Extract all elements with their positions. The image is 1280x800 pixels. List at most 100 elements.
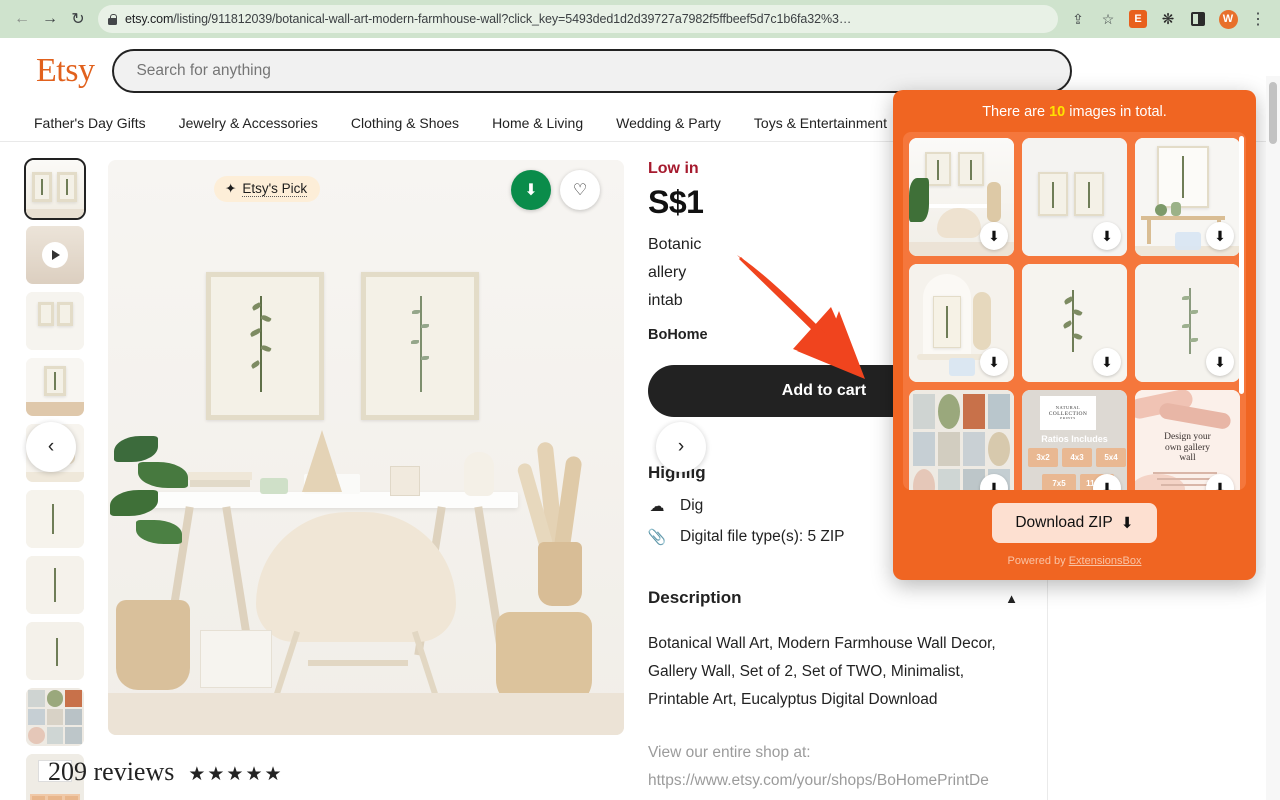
back-arrow-icon[interactable]: ← <box>8 5 36 33</box>
reload-icon[interactable]: ↻ <box>64 5 92 33</box>
hero-gallery: ✦ Etsy's Pick ⬇ ♡ ‹ › 209 reviews ★★★★★ <box>26 160 706 800</box>
gallery-promo-line-2: own gallery <box>1164 442 1211 453</box>
popup-tile-5-download[interactable]: ⬇ <box>1206 348 1234 376</box>
thumbnail-rail <box>0 158 86 800</box>
thumbnail-8[interactable] <box>26 688 84 746</box>
description-body: Botanical Wall Art, Modern Farmhouse Wal… <box>648 635 996 709</box>
chevron-up-icon[interactable]: ▲ <box>1005 591 1018 606</box>
favorite-button[interactable]: ♡ <box>560 170 600 210</box>
sparkle-icon: ✦ <box>225 181 237 196</box>
url-text: etsy.com/listing/911812039/botanical-wal… <box>125 12 851 26</box>
ratio-chip-2: 5x4 <box>1096 448 1126 467</box>
popup-tile-2-download[interactable]: ⬇ <box>1206 222 1234 250</box>
thumbnail-1-video[interactable] <box>26 226 84 284</box>
nav-item-1[interactable]: Jewelry & Accessories <box>179 115 318 131</box>
star-icon[interactable]: ☆ <box>1094 5 1122 33</box>
popup-image-grid: ⬇ ⬇ ⬇ ⬇ ⬇ ⬇ ⬇ NATURAL COLLECTION PRINTS … <box>909 138 1240 490</box>
popup-tile-1-download[interactable]: ⬇ <box>1093 222 1121 250</box>
gallery-next-button[interactable]: › <box>656 422 706 472</box>
avatar[interactable]: W <box>1214 5 1242 33</box>
popup-tile-4[interactable]: ⬇ <box>1022 264 1127 382</box>
hero-image[interactable]: ⬇ ♡ <box>108 160 624 735</box>
popup-tile-0[interactable]: ⬇ <box>909 138 1014 256</box>
powered-by-prefix: Powered by <box>1007 555 1069 567</box>
gallery-promo-line-1: Design your <box>1164 432 1211 442</box>
url-path: /listing/911812039/botanical-wall-art-mo… <box>173 12 852 26</box>
extensionsbox-badge: E <box>1129 10 1147 28</box>
popup-tile-0-download[interactable]: ⬇ <box>980 222 1008 250</box>
nav-item-4[interactable]: Wedding & Party <box>616 115 721 131</box>
popup-tile-3[interactable]: ⬇ <box>909 264 1014 382</box>
search-input[interactable]: Search for anything <box>112 49 1073 93</box>
description-heading: Description <box>648 588 742 607</box>
highlight-text-1: Digital file type(s): 5 ZIP <box>680 528 845 545</box>
popup-footer: Download ZIP ⬇ Powered by ExtensionsBox <box>893 490 1256 580</box>
extension-icon-active[interactable]: E <box>1124 5 1152 33</box>
popup-tile-7[interactable]: NATURAL COLLECTION PRINTS Ratios Include… <box>1022 390 1127 490</box>
etsy-listing-page: Etsy Search for anything Father's Day Gi… <box>0 38 1280 800</box>
popup-tile-2[interactable]: ⬇ <box>1135 138 1240 256</box>
page-scrollbar-thumb[interactable] <box>1269 82 1277 144</box>
popup-image-grid-scroller[interactable]: ⬇ ⬇ ⬇ ⬇ ⬇ ⬇ ⬇ NATURAL COLLECTION PRINTS … <box>903 132 1246 490</box>
ratio-chip-0: 3x2 <box>1028 448 1058 467</box>
review-count: 209 reviews <box>48 757 175 786</box>
popup-tile-2-watermark <box>1174 232 1201 250</box>
extensionsbox-link[interactable]: ExtensionsBox <box>1069 555 1142 567</box>
reviews-summary[interactable]: 209 reviews ★★★★★ <box>48 757 624 787</box>
popup-tile-5[interactable]: ⬇ <box>1135 264 1240 382</box>
download-zip-label: Download ZIP <box>1015 514 1113 531</box>
address-bar[interactable]: etsy.com/listing/911812039/botanical-wal… <box>98 5 1058 33</box>
popup-tile-3-download[interactable]: ⬇ <box>980 348 1008 376</box>
popup-title: There are 10 images in total. <box>893 90 1256 132</box>
popup-tile-8[interactable]: Design your own gallery wall ⬇ <box>1135 390 1240 490</box>
thumbnail-7[interactable] <box>26 622 84 680</box>
popup-tile-1[interactable]: ⬇ <box>1022 138 1127 256</box>
popup-tile-4-download[interactable]: ⬇ <box>1093 348 1121 376</box>
profile-initial: W <box>1218 9 1238 29</box>
nav-item-3[interactable]: Home & Living <box>492 115 583 131</box>
page-scrollbar[interactable] <box>1266 76 1280 800</box>
download-icon: ⬇ <box>1120 514 1134 532</box>
powered-by: Powered by ExtensionsBox <box>1008 555 1142 567</box>
product-title-line-0: Botanic <box>648 236 702 253</box>
ratios-heading: Ratios Includes <box>1041 434 1108 444</box>
nav-item-5[interactable]: Toys & Entertainment <box>754 115 887 131</box>
side-panel-icon[interactable] <box>1184 5 1212 33</box>
ratio-chip-1: 4x3 <box>1062 448 1092 467</box>
ratio-chip-3: 7x5 <box>1042 474 1076 490</box>
forward-arrow-icon[interactable]: → <box>36 5 64 33</box>
popup-tile-6[interactable]: ⬇ <box>909 390 1014 490</box>
play-icon <box>42 242 68 268</box>
nav-item-0[interactable]: Father's Day Gifts <box>34 115 146 131</box>
nav-item-2[interactable]: Clothing & Shoes <box>351 115 459 131</box>
browser-action-icons: ⇪ ☆ E ❋ W ⋮ <box>1064 5 1272 33</box>
description-shop-note: View our entire shop at: https://www.ets… <box>648 739 1018 795</box>
thumbnail-6[interactable] <box>26 556 84 614</box>
description-header[interactable]: Description ▲ <box>648 588 1018 608</box>
browser-toolbar: ← → ↻ etsy.com/listing/911812039/botanic… <box>0 0 1280 38</box>
cloud-download-icon: ☁ <box>649 498 665 515</box>
thumbnail-0[interactable] <box>24 158 86 220</box>
share-icon[interactable]: ⇪ <box>1064 5 1092 33</box>
popup-grid-scrollbar[interactable] <box>1239 136 1244 394</box>
search-placeholder: Search for anything <box>136 62 271 79</box>
product-title-line-2: intab <box>648 292 683 309</box>
kebab-menu-icon[interactable]: ⋮ <box>1244 5 1272 33</box>
etsys-pick-label: Etsy's Pick <box>242 181 308 197</box>
ratios-brand-line-3: PRINTS <box>1060 415 1076 420</box>
gallery-promo-line-3: wall <box>1179 453 1196 464</box>
popup-tile-3-watermark <box>948 358 975 376</box>
download-zip-button[interactable]: Download ZIP ⬇ <box>992 503 1157 543</box>
url-host: etsy.com <box>125 12 174 26</box>
thumbnail-5[interactable] <box>26 490 84 548</box>
etsy-logo[interactable]: Etsy <box>36 54 95 88</box>
product-title-line-1: allery <box>648 264 687 281</box>
thumbnail-2[interactable] <box>26 292 84 350</box>
popup-image-count: 10 <box>1049 104 1066 120</box>
puzzle-icon[interactable]: ❋ <box>1154 5 1182 33</box>
etsys-pick-badge[interactable]: ✦ Etsy's Pick <box>214 176 321 202</box>
thumbnail-3[interactable] <box>26 358 84 416</box>
download-image-button[interactable]: ⬇ <box>511 170 551 210</box>
popup-title-prefix: There are <box>982 104 1050 120</box>
gallery-prev-button[interactable]: ‹ <box>26 422 76 472</box>
